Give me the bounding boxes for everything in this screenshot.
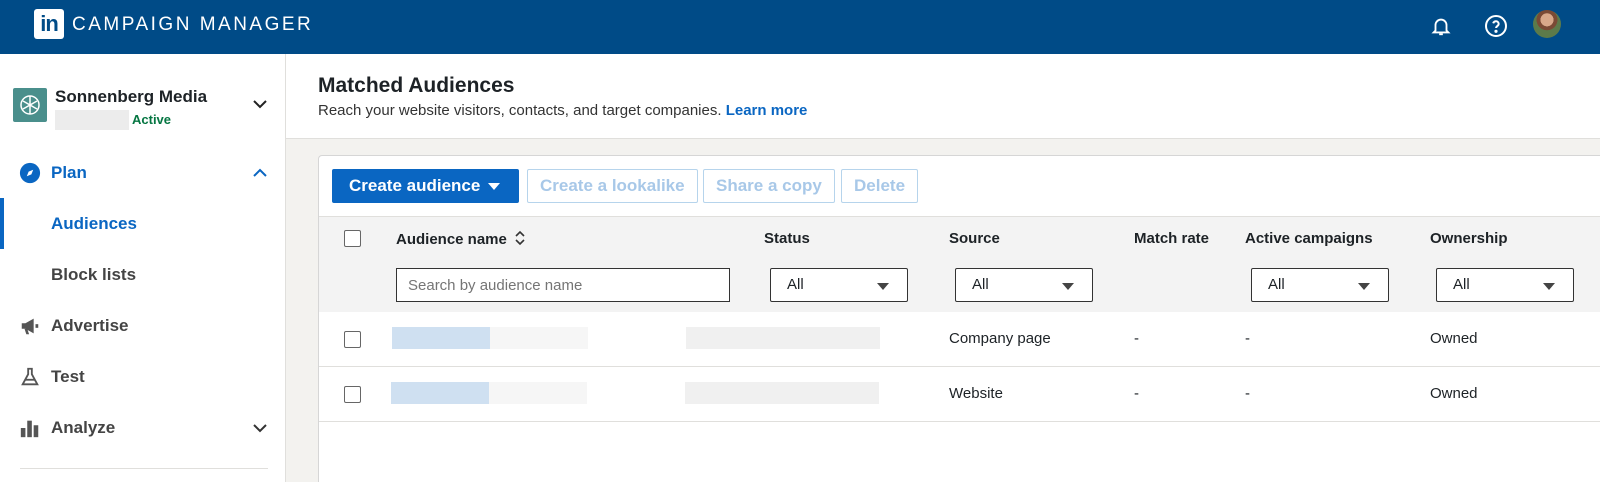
row-checkbox[interactable] bbox=[344, 386, 361, 403]
audience-name-redacted bbox=[489, 382, 587, 404]
row-checkbox[interactable] bbox=[344, 331, 361, 348]
ownership-filter-value: All bbox=[1453, 276, 1470, 293]
account-switcher-chevron-icon[interactable] bbox=[250, 94, 270, 114]
sidebar-item-plan[interactable]: Plan bbox=[0, 147, 285, 198]
account-status-badge: Active bbox=[132, 112, 172, 127]
help-icon[interactable] bbox=[1483, 13, 1509, 39]
sidebar-item-label: Analyze bbox=[51, 417, 116, 437]
active-campaigns-cell: - bbox=[1245, 330, 1250, 347]
caret-down-icon bbox=[1062, 283, 1074, 290]
compass-icon bbox=[18, 161, 42, 185]
page-subtitle-text: Reach your website visitors, contacts, a… bbox=[318, 102, 722, 119]
audience-name-redacted[interactable] bbox=[392, 327, 490, 349]
ownership-filter-select[interactable]: All bbox=[1436, 268, 1574, 302]
caret-down-icon bbox=[877, 283, 889, 290]
chevron-up-icon[interactable] bbox=[250, 163, 270, 183]
learn-more-link[interactable]: Learn more bbox=[726, 102, 808, 119]
sidebar-item-label: Advertise bbox=[51, 315, 129, 335]
account-logo bbox=[13, 88, 47, 122]
active-campaigns-filter-value: All bbox=[1268, 276, 1285, 293]
source-cell: Company page bbox=[949, 330, 1051, 347]
create-lookalike-button[interactable]: Create a lookalike bbox=[527, 169, 698, 203]
ownership-cell: Owned bbox=[1430, 385, 1478, 402]
status-redacted bbox=[686, 327, 880, 349]
sidebar-item-label: Block lists bbox=[51, 264, 137, 284]
column-header-ownership: Ownership bbox=[1430, 230, 1508, 247]
audiences-table-card: Create audience Create a lookalike Share… bbox=[318, 155, 1600, 482]
column-header-source: Source bbox=[949, 230, 1000, 247]
column-header-label: Audience name bbox=[396, 231, 507, 248]
status-filter-value: All bbox=[787, 276, 804, 293]
create-audience-button[interactable]: Create audience bbox=[332, 169, 519, 203]
app-title: CAMPAIGN MANAGER bbox=[72, 14, 314, 35]
sidebar-item-label: Audiences bbox=[51, 213, 137, 233]
flask-icon bbox=[18, 365, 42, 389]
match-rate-cell: - bbox=[1134, 330, 1139, 347]
column-header-active-campaigns: Active campaigns bbox=[1245, 230, 1373, 247]
share-copy-button[interactable]: Share a copy bbox=[703, 169, 835, 203]
audience-name-search-input[interactable] bbox=[396, 268, 730, 302]
column-header-match-rate: Match rate bbox=[1134, 230, 1210, 247]
profile-avatar[interactable] bbox=[1533, 10, 1561, 38]
page-title: Matched Audiences bbox=[318, 74, 515, 97]
delete-button[interactable]: Delete bbox=[841, 169, 919, 203]
audience-name-redacted[interactable] bbox=[391, 382, 489, 404]
match-rate-cell: - bbox=[1134, 385, 1139, 402]
megaphone-icon bbox=[18, 314, 42, 338]
audience-name-redacted bbox=[490, 327, 588, 349]
table-row[interactable]: Website - - Owned bbox=[319, 367, 1600, 422]
source-filter-value: All bbox=[972, 276, 989, 293]
create-audience-label: Create audience bbox=[349, 176, 481, 195]
bar-chart-icon bbox=[18, 416, 42, 440]
sidebar-item-label: Test bbox=[51, 366, 85, 386]
account-id-redacted bbox=[55, 110, 129, 130]
column-header-audience-name[interactable]: Audience name bbox=[396, 230, 526, 248]
sidebar-item-audiences[interactable]: Audiences bbox=[0, 198, 285, 249]
table-row[interactable]: Company page - - Owned bbox=[319, 312, 1600, 367]
source-filter-select[interactable]: All bbox=[955, 268, 1093, 302]
status-filter-select[interactable]: All bbox=[770, 268, 908, 302]
source-cell: Website bbox=[949, 385, 1003, 402]
ownership-cell: Owned bbox=[1430, 330, 1478, 347]
page-header: Matched Audiences Reach your website vis… bbox=[286, 54, 1600, 139]
linkedin-logo[interactable]: in bbox=[34, 9, 64, 39]
sidebar-item-advertise[interactable]: Advertise bbox=[0, 300, 285, 351]
column-header-status: Status bbox=[764, 230, 810, 247]
bell-icon[interactable] bbox=[1428, 13, 1454, 39]
caret-down-icon bbox=[1358, 283, 1370, 290]
sidebar-item-label: Plan bbox=[51, 162, 87, 182]
sidebar-divider bbox=[20, 468, 268, 469]
top-navigation-bar: in CAMPAIGN MANAGER bbox=[0, 0, 1600, 54]
active-campaigns-filter-select[interactable]: All bbox=[1251, 268, 1389, 302]
page-subtitle: Reach your website visitors, contacts, a… bbox=[318, 102, 807, 119]
sidebar-item-analyze[interactable]: Analyze bbox=[0, 402, 285, 453]
select-all-checkbox[interactable] bbox=[344, 230, 361, 247]
chevron-down-icon[interactable] bbox=[250, 418, 270, 438]
sidebar: Sonnenberg Media Active Plan Audiences B… bbox=[0, 54, 286, 482]
sidebar-item-block-lists[interactable]: Block lists bbox=[0, 249, 285, 300]
sort-icon[interactable] bbox=[514, 230, 526, 246]
table-header: Audience name Status Source Match rate A… bbox=[319, 216, 1600, 312]
status-redacted bbox=[685, 382, 879, 404]
caret-down-icon bbox=[488, 183, 501, 191]
active-campaigns-cell: - bbox=[1245, 385, 1250, 402]
sidebar-item-test[interactable]: Test bbox=[0, 351, 285, 402]
caret-down-icon bbox=[1543, 283, 1555, 290]
account-name: Sonnenberg Media bbox=[55, 87, 208, 106]
